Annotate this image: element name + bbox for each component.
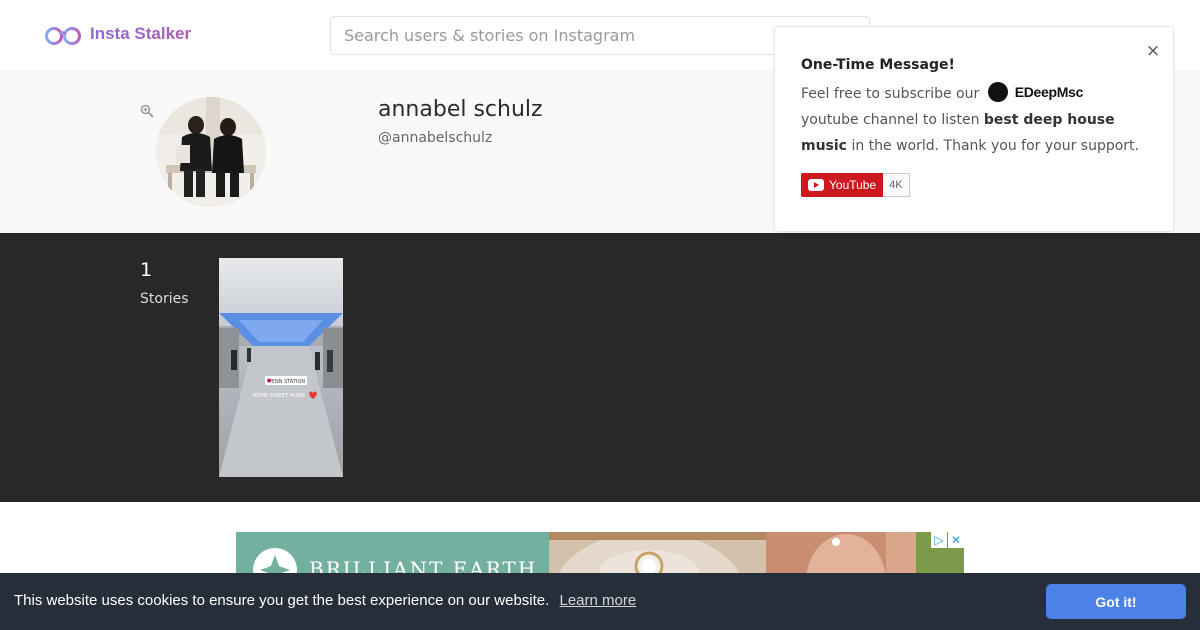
ad-choices-icon[interactable]: ▷ xyxy=(931,532,947,548)
cookie-accept-button[interactable]: Got it! xyxy=(1046,584,1186,619)
story-count: 1 xyxy=(140,259,153,281)
story-count-label: Stories xyxy=(140,291,189,307)
story-thumbnail[interactable]: PENN STATION HOME SWEET HOME xyxy=(219,258,343,477)
story-tag-text: PENN STATION xyxy=(269,379,306,385)
avatar[interactable] xyxy=(156,97,266,207)
youtube-play-icon xyxy=(808,179,824,191)
profile-username: @annabelschulz xyxy=(378,130,493,146)
popup-title: One-Time Message! xyxy=(801,57,955,73)
youtube-label: YouTube xyxy=(829,178,877,192)
ad-controls: ▷ ✕ xyxy=(931,532,964,548)
story-caption-text: HOME SWEET HOME xyxy=(253,393,306,399)
stories-section: 1 Stories PENN STATION HOME SWEET HOME xyxy=(0,233,1200,502)
logo-glasses-icon xyxy=(45,27,81,45)
brand-logo[interactable]: Insta Stalker xyxy=(44,22,191,46)
brand-name: Insta Stalker xyxy=(90,24,192,43)
popup-text-1: Feel free to subscribe our xyxy=(801,86,980,102)
ad-close-icon[interactable]: ✕ xyxy=(948,532,964,548)
avatar-photo xyxy=(156,97,266,207)
cookie-banner: This website uses cookies to ensure you … xyxy=(0,573,1200,630)
popup-text-3: in the world. Thank you for your support… xyxy=(851,138,1139,154)
youtube-subscriber-count[interactable]: 4K xyxy=(883,173,910,197)
story-image: PENN STATION HOME SWEET HOME xyxy=(219,258,343,477)
popup-brand-link[interactable]: EDeepMsc xyxy=(987,79,1084,105)
popup-text-2: youtube channel to listen xyxy=(801,112,980,128)
close-icon[interactable]: × xyxy=(1145,43,1161,60)
one-time-message-popup: × One-Time Message! Feel free to subscri… xyxy=(774,26,1174,232)
popup-brand-name: EDeepMsc xyxy=(1014,84,1084,100)
youtube-subscribe-widget: YouTube 4K xyxy=(801,173,910,197)
cookie-message-text: This website uses cookies to ensure you … xyxy=(14,592,550,609)
brand-avatar-icon xyxy=(987,82,1008,102)
youtube-subscribe-button[interactable]: YouTube xyxy=(801,173,884,197)
popup-body: Feel free to subscribe our EDeepMsc yout… xyxy=(801,81,1151,159)
cookie-message: This website uses cookies to ensure you … xyxy=(14,592,636,609)
zoom-icon[interactable] xyxy=(140,104,154,118)
cookie-learn-more-link[interactable]: Learn more xyxy=(559,592,636,609)
profile-full-name: annabel schulz xyxy=(378,97,543,122)
